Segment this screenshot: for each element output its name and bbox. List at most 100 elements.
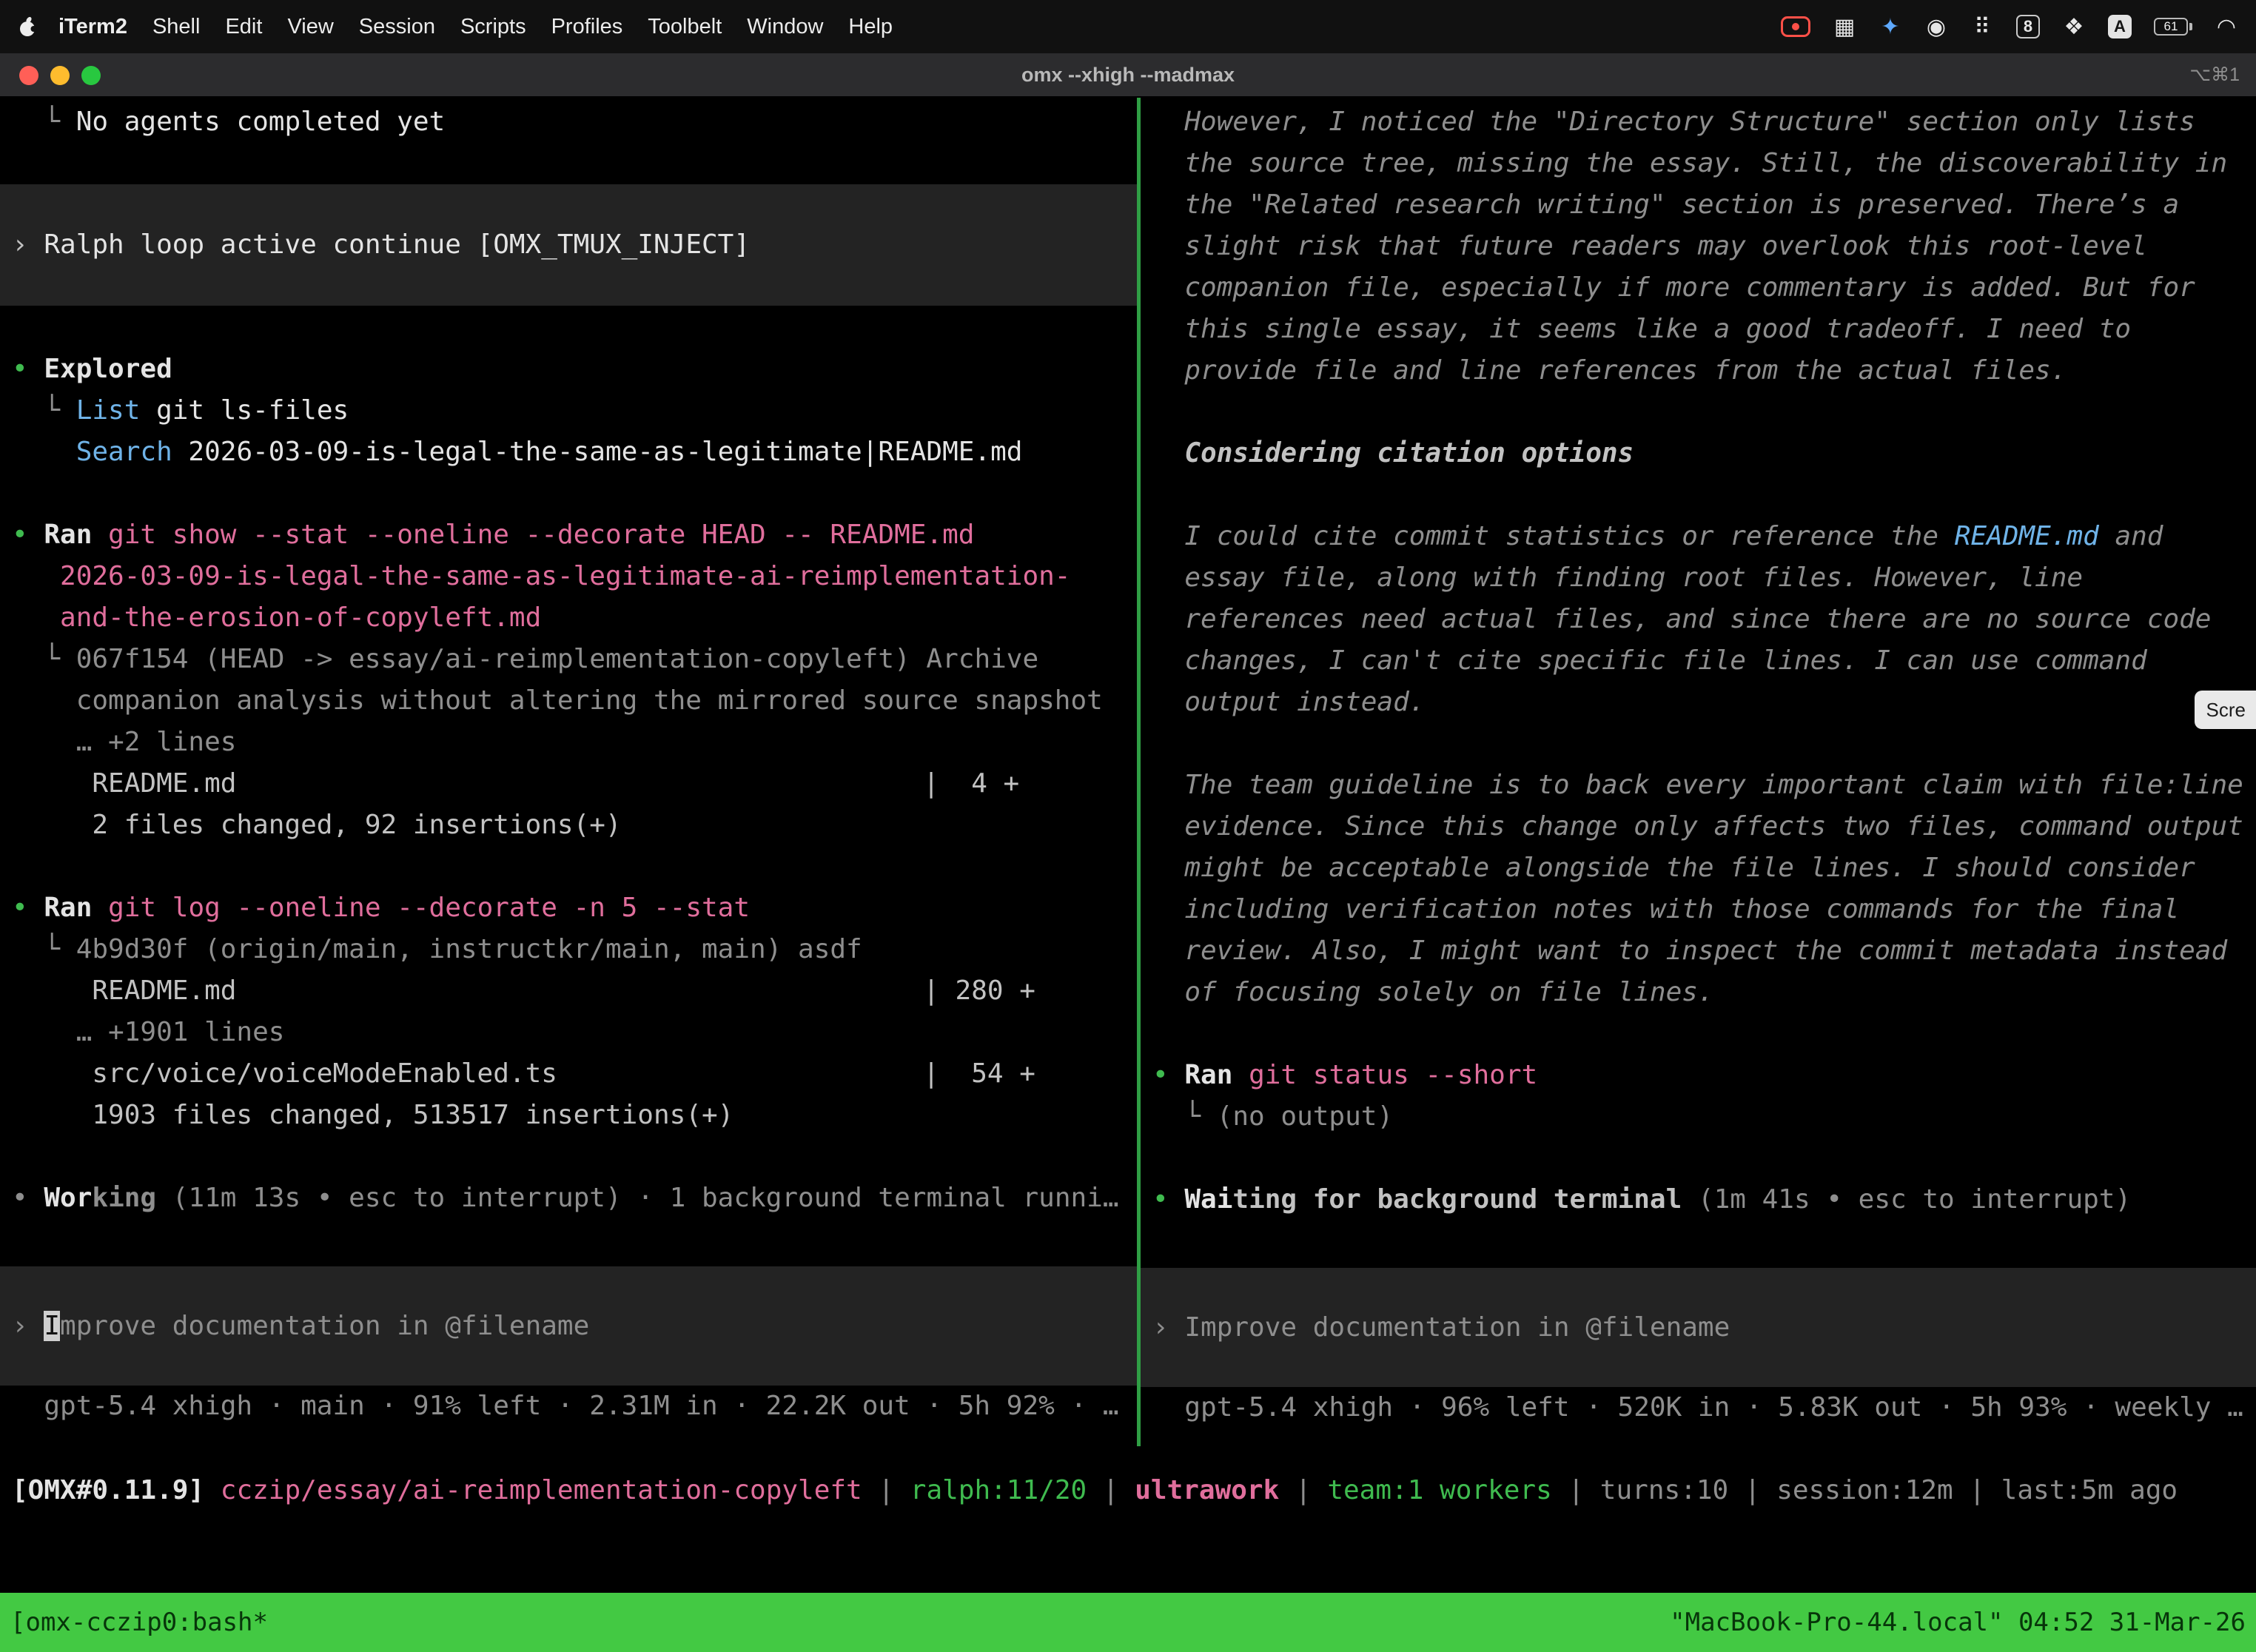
- prompt-input[interactable]: › Improve documentation in @filename: [1141, 1268, 2256, 1387]
- battery-icon[interactable]: 61: [2154, 14, 2192, 39]
- text-segment: and: [2099, 521, 2163, 551]
- menu-item-profiles[interactable]: Profiles: [539, 0, 636, 53]
- text-segment: companion analysis without altering the …: [12, 685, 1103, 716]
- text-segment: companion file, especially if more comme…: [1152, 272, 2195, 303]
- thinking-paragraph-line: including verification notes with those …: [1141, 889, 2256, 930]
- text-segment: mprove documentation in @filename: [60, 1311, 589, 1341]
- text-segment: However, I noticed the "Directory Struct…: [1152, 107, 2195, 137]
- text-segment: git show --stat --oneline --decorate HEA…: [108, 520, 974, 550]
- text-segment: (1m 41s • esc to interrupt): [1682, 1184, 2131, 1215]
- text-segment: •: [12, 893, 44, 923]
- box-content: › Improve documentation in @filename: [1141, 1307, 1730, 1349]
- text-segment: |: [1728, 1475, 1776, 1505]
- dots-grid-icon[interactable]: ⠿: [1970, 14, 1994, 39]
- truncation-note-2: … +1901 lines: [0, 1012, 1137, 1053]
- text-segment: provide file and line references from th…: [1152, 355, 2067, 386]
- text-segment: this single essay, it seems like a good …: [1152, 314, 2131, 344]
- apple-menu[interactable]: [18, 16, 37, 38]
- zoom-button[interactable]: [81, 66, 101, 85]
- dark-app-icon[interactable]: ◉: [1924, 14, 1948, 39]
- window-controls: [19, 53, 101, 98]
- input-source-icon[interactable]: A: [2108, 15, 2132, 38]
- text-segment: |: [1953, 1475, 2001, 1505]
- text-segment: [12, 561, 60, 591]
- screen-recording-icon[interactable]: [1781, 16, 1810, 37]
- text-segment: 1903 files changed, 513517 insertions(+): [12, 1100, 733, 1130]
- text-segment: references need actual files, and since …: [1152, 604, 2211, 634]
- text-segment: I could cite commit statistics or refere…: [1152, 521, 1955, 551]
- menu-item-window[interactable]: Window: [734, 0, 836, 53]
- commit-summary-1: └ 067f154 (HEAD -> essay/ai-reimplementa…: [0, 639, 1137, 680]
- menu-item-edit[interactable]: Edit: [212, 0, 275, 53]
- text-segment: gpt-5.4 xhigh · 96% left · 520K in · 5.8…: [1152, 1392, 2243, 1423]
- commit-summary-2: companion analysis without altering the …: [0, 680, 1137, 722]
- text-segment: └: [12, 107, 76, 137]
- text-segment: king: [92, 1183, 156, 1213]
- text-segment: Explored: [44, 354, 172, 384]
- text-segment: 4b9d30f (origin/main, instructkr/main, m…: [76, 934, 862, 964]
- diffstat-file-1: README.md| 4 +: [0, 763, 1137, 805]
- text-segment: git status --short: [1249, 1060, 1537, 1090]
- text-segment: | 280 +: [923, 970, 1035, 1012]
- menu-item-scripts[interactable]: Scripts: [448, 0, 539, 53]
- spacer: [0, 306, 1137, 349]
- text-segment: (11m 13s • esc to interrupt) · 1 backgro…: [156, 1183, 1118, 1213]
- text-segment: last:5m ago: [2001, 1475, 2178, 1505]
- battery-level: 61: [2154, 18, 2188, 36]
- text-segment: (no output): [1217, 1101, 1393, 1132]
- thinking-heading: Considering citation options: [1141, 433, 2256, 474]
- spacer: [0, 143, 1137, 184]
- close-button[interactable]: [19, 66, 38, 85]
- commit-summary-3: └ 4b9d30f (origin/main, instructkr/main,…: [0, 929, 1137, 970]
- text-segment: including verification notes with those …: [1152, 894, 2179, 924]
- window-manager-icon[interactable]: ▦: [1833, 14, 1856, 39]
- text-segment: └: [12, 644, 76, 674]
- text-segment: [OMX#0.11.9]: [12, 1475, 204, 1505]
- prompt-input[interactable]: › Improve documentation in @filename: [0, 1266, 1137, 1386]
- text-segment: slight risk that future readers may over…: [1152, 231, 2147, 261]
- wifi-icon[interactable]: ◠: [2215, 14, 2238, 39]
- keycap-8-icon[interactable]: 8: [2016, 15, 2040, 38]
- thinking-paragraph-line: references need actual files, and since …: [1141, 599, 2256, 640]
- text-segment: [92, 520, 108, 550]
- menu-item-help[interactable]: Help: [836, 0, 905, 53]
- text-segment: |: [1552, 1475, 1600, 1505]
- thinking-paragraph-line: I could cite commit statistics or refere…: [1141, 516, 2256, 557]
- menu-item-toolbelt[interactable]: Toolbelt: [635, 0, 734, 53]
- thinking-paragraph-line: review. Also, I might want to inspect th…: [1141, 930, 2256, 972]
- box-content: › Ralph loop active continue [OMX_TMUX_I…: [0, 224, 750, 266]
- ralph-loop-banner: › Ralph loop active continue [OMX_TMUX_I…: [0, 184, 1137, 306]
- text-segment: Wor: [44, 1183, 92, 1213]
- ran-git-show-header: • Ran git show --stat --oneline --decora…: [0, 514, 1137, 556]
- text-segment: •: [1152, 1184, 1184, 1215]
- text-segment: [204, 1475, 221, 1505]
- minimize-button[interactable]: [50, 66, 70, 85]
- text-segment: git ls-files: [140, 395, 349, 426]
- window-title: omx --xhigh --madmax: [1021, 64, 1235, 87]
- working-status-line: • Working (11m 13s • esc to interrupt) ·…: [0, 1178, 1137, 1219]
- text-segment: ›: [1152, 1312, 1184, 1343]
- command-app-icon[interactable]: ❖: [2062, 14, 2086, 39]
- text-segment: README.md: [12, 976, 236, 1006]
- session-stats-line: gpt-5.4 xhigh · 96% left · 520K in · 5.8…: [1141, 1387, 2256, 1428]
- spark-app-icon[interactable]: ✦: [1879, 14, 1902, 39]
- pane-right: However, I noticed the "Directory Struct…: [1141, 98, 2256, 1446]
- menu-item-session[interactable]: Session: [346, 0, 448, 53]
- menu-item-shell[interactable]: Shell: [140, 0, 213, 53]
- text-segment: ultrawork: [1135, 1475, 1279, 1505]
- spacer: [1141, 392, 2256, 433]
- text-segment: └: [1152, 1101, 1217, 1132]
- text-segment: 2026-03-09-is-legal-the-same-as-legitima…: [172, 437, 1023, 467]
- text-segment: Improve documentation in @filename: [1184, 1312, 1730, 1343]
- text-segment: No agents completed yet: [76, 107, 446, 137]
- screenshot-overlay-button[interactable]: Scre: [2195, 691, 2256, 729]
- menu-item-iterm2[interactable]: iTerm2: [46, 0, 140, 53]
- menu-item-view[interactable]: View: [275, 0, 346, 53]
- explored-list-item: └ List git ls-files: [0, 390, 1137, 432]
- spacer: [1141, 723, 2256, 765]
- spacer: [0, 473, 1137, 514]
- text-segment: gpt-5.4 xhigh · main · 91% left · 2.31M …: [12, 1391, 1119, 1421]
- menu-bar: iTerm2ShellEditViewSessionScriptsProfile…: [0, 0, 2256, 53]
- session-stats-line: gpt-5.4 xhigh · main · 91% left · 2.31M …: [0, 1386, 1137, 1427]
- text-segment: 2026-03-09-is-legal-the-same-as-legitima…: [60, 561, 1070, 591]
